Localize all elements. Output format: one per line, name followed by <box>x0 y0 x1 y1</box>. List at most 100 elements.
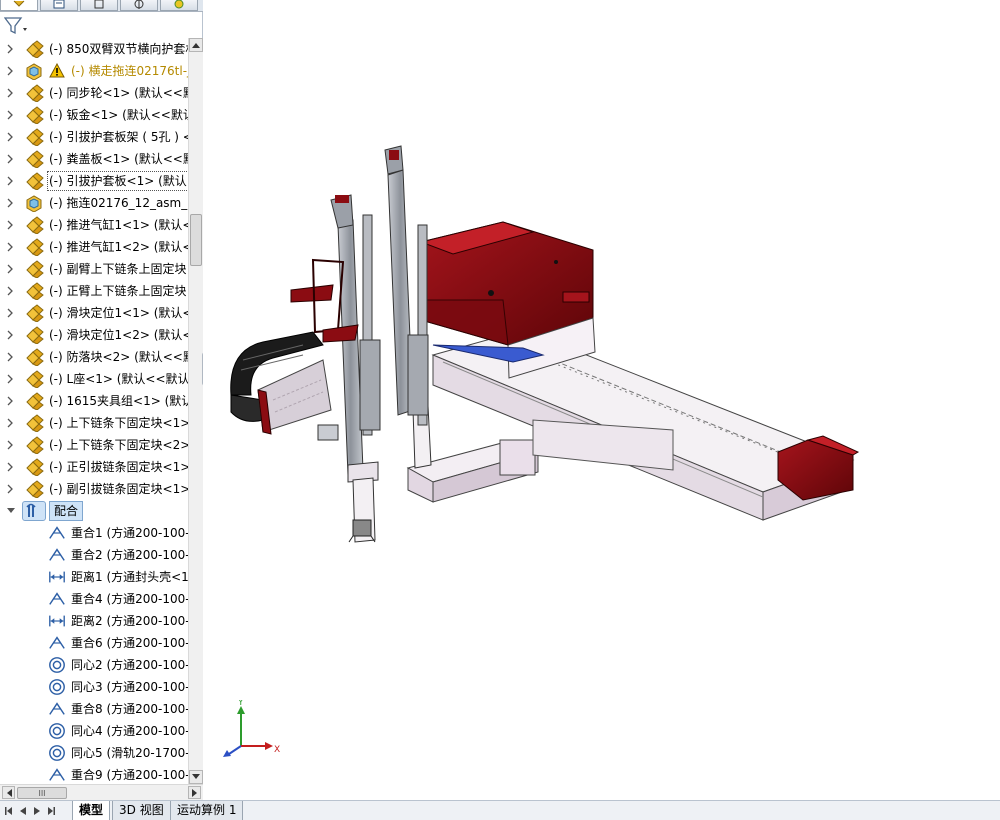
expand-arrow-icon[interactable] <box>6 483 14 495</box>
mate-item-label: 同心3 (方通200-100- <box>71 680 188 694</box>
expand-arrow-icon[interactable] <box>6 153 14 165</box>
expand-arrow-icon[interactable] <box>6 307 14 319</box>
mate-item[interactable]: 同心4 (方通200-100- <box>0 720 188 742</box>
mate-item-label: 同心2 (方通200-100- <box>71 658 188 672</box>
expand-arrow-icon[interactable] <box>6 131 14 143</box>
filter-icon <box>4 17 27 35</box>
tree-item[interactable]: (-) 拖连02176_12_asm_1 <box>0 192 188 214</box>
expand-arrow-icon[interactable] <box>6 175 14 187</box>
mate-item[interactable]: 距离2 (方通200-100- <box>0 610 188 632</box>
expand-arrow-icon[interactable] <box>6 351 14 363</box>
part-icon <box>24 62 44 81</box>
mate-item[interactable]: 重合8 (方通200-100- <box>0 698 188 720</box>
expand-arrow-icon[interactable] <box>6 263 14 275</box>
scroll-right-button[interactable] <box>188 786 201 799</box>
tree-item[interactable]: (-) 钣金<1> (默认<<默认 <box>0 104 188 126</box>
tab-property-manager[interactable] <box>40 0 78 11</box>
tab-first-button[interactable] <box>4 804 14 817</box>
expand-arrow-icon[interactable] <box>6 87 14 99</box>
tab-feature-manager[interactable] <box>0 0 38 11</box>
display-manager-icon <box>174 0 184 9</box>
mate-item[interactable]: 重合2 (方通200-100- <box>0 544 188 566</box>
tab-last-button[interactable] <box>46 804 56 817</box>
coincident-icon <box>47 524 67 542</box>
x-axis-label: X <box>274 745 280 755</box>
tree-item[interactable]: (-) 防落块<2> (默认<<默 <box>0 346 188 368</box>
y-axis-label: Y <box>237 700 244 708</box>
expand-arrow-icon[interactable] <box>6 329 14 341</box>
tree-item[interactable]: (-) 副臂上下链条上固定块 <box>0 258 188 280</box>
mate-item[interactable]: 重合6 (方通200-100- <box>0 632 188 654</box>
tree-horizontal-scrollbar[interactable]: III <box>0 784 203 800</box>
tab-3d-view[interactable]: 3D 视图 <box>112 801 171 820</box>
tree-item[interactable]: (-) 上下链条下固定块<2> <box>0 434 188 456</box>
mate-item-label: 重合1 (方通200-100- <box>71 526 188 540</box>
tree-item[interactable]: (-) 滑块定位1<2> (默认< <box>0 324 188 346</box>
tree-item[interactable]: (-) 同步轮<1> (默认<<默 <box>0 82 188 104</box>
tree-item[interactable]: (-) 正臂上下链条上固定块 <box>0 280 188 302</box>
tree-item[interactable]: (-) 1615夹具组<1> (默认 <box>0 390 188 412</box>
mate-item[interactable]: 重合4 (方通200-100- <box>0 588 188 610</box>
tree-item[interactable]: (-) 副引拔链条固定块<1> <box>0 478 188 500</box>
tab-prev-button[interactable] <box>18 804 28 817</box>
expand-arrow-icon[interactable] <box>6 439 14 451</box>
tree-filter-bar <box>0 12 203 38</box>
tab-configuration-manager[interactable] <box>80 0 118 11</box>
expand-arrow-icon[interactable] <box>6 219 14 231</box>
collapse-arrow-icon[interactable] <box>6 505 15 517</box>
arrow-down-icon <box>192 774 200 779</box>
tree-item[interactable]: (-) 横走拖连02176tl-j <box>0 60 188 82</box>
assembly-model[interactable] <box>203 0 1000 800</box>
mate-item[interactable]: 距离1 (方通封头壳<1 <box>0 566 188 588</box>
coincident-icon <box>47 700 67 718</box>
expand-arrow-icon[interactable] <box>6 109 14 121</box>
mate-item[interactable]: 同心5 (滑轨20-1700- <box>0 742 188 764</box>
part-icon <box>24 194 44 213</box>
tab-next-button[interactable] <box>32 804 42 817</box>
tree-item-mates-folder[interactable]: 配合 <box>0 500 188 522</box>
tree-item-label: (-) 1615夹具组<1> (默认 <box>49 394 188 408</box>
mate-item[interactable]: 重合9 (方通200-100- <box>0 764 188 784</box>
assembly-icon <box>24 326 44 345</box>
tab-motion-study[interactable]: 运动算例 1 <box>170 801 244 820</box>
tree-item[interactable]: (-) L座<1> (默认<<默认> <box>0 368 188 390</box>
expand-arrow-icon[interactable] <box>6 461 14 473</box>
horizontal-scroll-thumb[interactable]: III <box>17 787 67 799</box>
expand-arrow-icon[interactable] <box>6 241 14 253</box>
mate-item-label: 同心5 (滑轨20-1700- <box>71 746 188 760</box>
mate-item[interactable]: 同心3 (方通200-100- <box>0 676 188 698</box>
filter-button[interactable] <box>4 15 32 37</box>
expand-arrow-icon[interactable] <box>6 65 14 77</box>
assembly-icon <box>24 106 44 125</box>
tree-item[interactable]: (-) 粪盖板<1> (默认<<默 <box>0 148 188 170</box>
tree-item[interactable]: (-) 推进气缸1<2> (默认< <box>0 236 188 258</box>
expand-arrow-icon[interactable] <box>6 43 14 55</box>
feature-tree: (-) 850双臂双节横向护套材 (-) 横走拖连02176tl-j (-) 同步轮… <box>0 38 188 784</box>
mate-item-label: 同心4 (方通200-100- <box>71 724 188 738</box>
tree-item[interactable]: (-) 推进气缸1<1> (默认< <box>0 214 188 236</box>
tab-display-manager[interactable] <box>160 0 198 11</box>
tree-item[interactable]: (-) 引拔护套板架 ( 5孔 ) < <box>0 126 188 148</box>
tree-vertical-scrollbar[interactable] <box>188 38 203 784</box>
tree-item[interactable]: (-) 正引拔链条固定块<1> <box>0 456 188 478</box>
graphics-area[interactable]: Y X <box>203 0 1000 800</box>
mate-item[interactable]: 同心2 (方通200-100- <box>0 654 188 676</box>
mate-item[interactable]: 重合1 (方通200-100- <box>0 522 188 544</box>
tab-model[interactable]: 模型 <box>72 801 111 820</box>
expand-arrow-icon[interactable] <box>6 373 14 385</box>
assembly-icon <box>24 238 44 257</box>
tree-item[interactable]: (-) 850双臂双节横向护套材 <box>0 38 188 60</box>
warning-icon <box>49 62 65 79</box>
scroll-thumb[interactable] <box>190 214 202 266</box>
tree-item[interactable]: (-) 引拔护套板<1> (默认< <box>0 170 188 192</box>
scroll-up-button[interactable] <box>189 38 203 52</box>
expand-arrow-icon[interactable] <box>6 197 14 209</box>
expand-arrow-icon[interactable] <box>6 285 14 297</box>
tree-item[interactable]: (-) 滑块定位1<1> (默认< <box>0 302 188 324</box>
scroll-left-button[interactable] <box>2 786 15 799</box>
expand-arrow-icon[interactable] <box>6 417 14 429</box>
expand-arrow-icon[interactable] <box>6 395 14 407</box>
tree-item[interactable]: (-) 上下链条下固定块<1> <box>0 412 188 434</box>
scroll-down-button[interactable] <box>189 770 203 784</box>
tab-dimxpert-manager[interactable] <box>120 0 158 11</box>
